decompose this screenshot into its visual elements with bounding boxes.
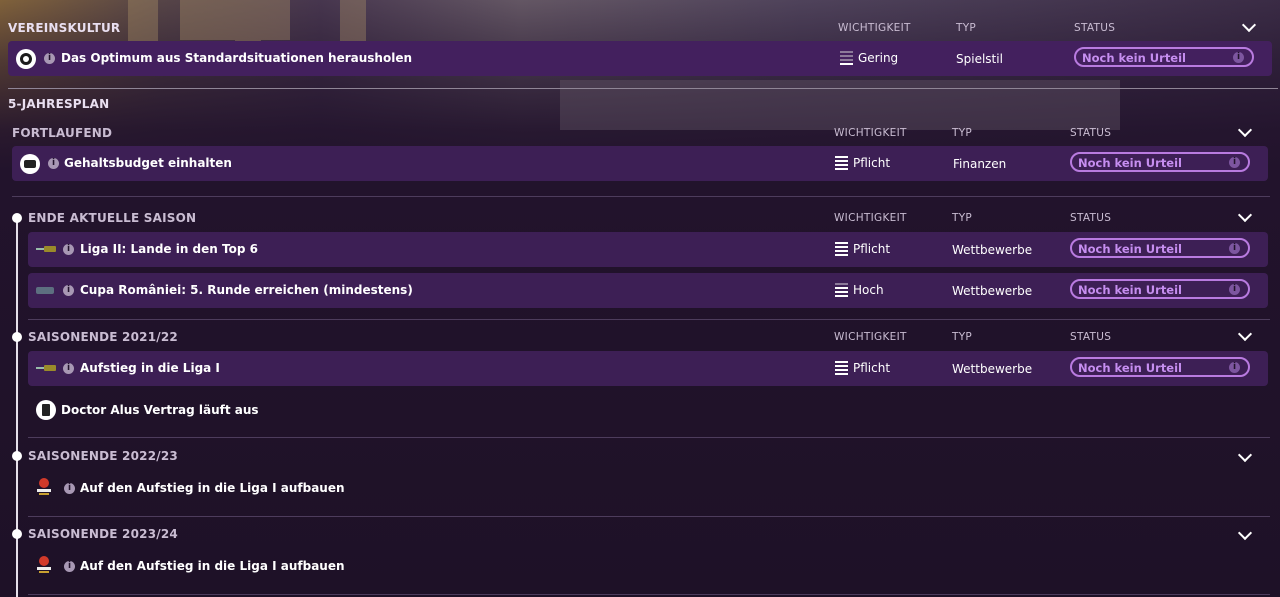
divider (28, 594, 1270, 595)
divider (28, 516, 1270, 517)
column-header-importance: WICHTIGKEIT (834, 212, 907, 224)
group-title-season-2122: SAISONENDE 2021/22 (28, 330, 178, 344)
timeline-line (16, 217, 18, 597)
football-icon (16, 49, 36, 69)
objective-row[interactable]: i Liga II: Lande in den Top 6 Pflicht We… (28, 232, 1268, 267)
type-value: Wettbewerbe (952, 284, 1033, 298)
type-value: Wettbewerbe (952, 362, 1033, 376)
chevron-down-icon[interactable] (1241, 17, 1257, 33)
status-text: Noch kein Urteil (1078, 283, 1182, 297)
status-pill[interactable]: Noch kein Urteil i (1070, 357, 1250, 377)
objective-label: Das Optimum aus Standardsituationen hera… (61, 51, 413, 65)
objective-label: Auf den Aufstieg in die Liga I aufbauen (80, 559, 345, 573)
status-info-icon[interactable]: i (1229, 157, 1240, 168)
chevron-down-icon[interactable] (1237, 326, 1253, 342)
info-icon[interactable]: i (48, 158, 59, 169)
importance-value: Pflicht (853, 242, 891, 256)
club-badge-icon (36, 556, 52, 576)
importance-medium-icon (835, 283, 848, 297)
type-value: Wettbewerbe (952, 243, 1033, 257)
column-header-type: TYP (952, 212, 973, 224)
chevron-down-icon[interactable] (1237, 525, 1253, 541)
status-text: Noch kein Urteil (1082, 51, 1186, 65)
column-header-status: STATUS (1070, 331, 1112, 343)
status-text: Noch kein Urteil (1078, 156, 1182, 170)
chevron-down-icon[interactable] (1237, 447, 1253, 463)
column-header-type: TYP (952, 331, 973, 343)
status-text: Noch kein Urteil (1078, 361, 1182, 375)
info-icon[interactable]: i (44, 53, 55, 64)
chevron-down-icon[interactable] (1237, 207, 1253, 223)
status-info-icon[interactable]: i (1229, 362, 1240, 373)
trophy-icon (36, 246, 56, 252)
status-pill[interactable]: Noch kein Urteil i (1070, 279, 1250, 299)
objective-row[interactable]: i Gehaltsbudget einhalten Pflicht Finanz… (12, 146, 1268, 181)
trophy-icon (36, 287, 54, 294)
importance-value: Hoch (853, 283, 884, 297)
timeline-dot (12, 213, 22, 223)
objective-label: Auf den Aufstieg in die Liga I aufbauen (80, 481, 345, 495)
status-text: Noch kein Urteil (1078, 242, 1182, 256)
status-pill[interactable]: Noch kein Urteil i (1074, 47, 1254, 67)
importance-value: Pflicht (853, 156, 891, 170)
club-badge-icon (36, 478, 52, 498)
column-header-importance: WICHTIGKEIT (834, 331, 907, 343)
group-title-season-2223: SAISONENDE 2022/23 (28, 449, 178, 463)
objective-label: Liga II: Lande in den Top 6 (80, 242, 258, 256)
section-title-plan: 5-JAHRESPLAN (8, 97, 110, 111)
group-title-current-season: ENDE AKTUELLE SAISON (28, 211, 197, 225)
timeline-dot (12, 332, 22, 342)
column-header-importance: WICHTIGKEIT (834, 127, 907, 139)
column-header-status: STATUS (1070, 127, 1112, 139)
status-pill[interactable]: Noch kein Urteil i (1070, 238, 1250, 258)
type-value: Spielstil (956, 52, 1003, 66)
status-info-icon[interactable]: i (1229, 243, 1240, 254)
info-icon[interactable]: i (64, 483, 75, 494)
divider (12, 196, 1270, 197)
divider (8, 88, 1278, 89)
chevron-down-icon[interactable] (1237, 122, 1253, 138)
timeline-dot (12, 529, 22, 539)
status-pill[interactable]: Noch kein Urteil i (1070, 152, 1250, 172)
trophy-icon (36, 365, 56, 371)
contract-note[interactable]: Doctor Alus Vertrag läuft aus (61, 403, 259, 417)
importance-high-icon (835, 242, 848, 256)
timeline-dot (12, 451, 22, 461)
status-info-icon[interactable]: i (1229, 284, 1240, 295)
objective-row[interactable]: i Das Optimum aus Standardsituationen he… (8, 41, 1272, 76)
status-info-icon[interactable]: i (1233, 52, 1244, 63)
divider (28, 437, 1270, 438)
objective-label: Cupa României: 5. Runde erreichen (minde… (80, 283, 413, 297)
group-title-ongoing: FORTLAUFEND (12, 126, 113, 140)
info-icon[interactable]: i (64, 561, 75, 572)
info-icon[interactable]: i (63, 363, 74, 374)
importance-high-icon (835, 156, 848, 170)
section-title-vereinskultur: VEREINSKULTUR (8, 21, 121, 35)
type-value: Finanzen (953, 157, 1007, 171)
group-title-season-2324: SAISONENDE 2023/24 (28, 527, 178, 541)
contract-icon (36, 400, 56, 420)
column-header-status: STATUS (1070, 212, 1112, 224)
column-header-status: STATUS (1074, 22, 1116, 34)
column-header-type: TYP (952, 127, 973, 139)
objective-row[interactable]: i Cupa României: 5. Runde erreichen (min… (28, 273, 1268, 308)
objective-label: Aufstieg in die Liga I (80, 361, 220, 375)
importance-value: Gering (858, 51, 899, 65)
column-header-importance: WICHTIGKEIT (838, 22, 911, 34)
importance-high-icon (835, 361, 848, 375)
objective-label: Gehaltsbudget einhalten (64, 156, 232, 170)
column-header-type: TYP (956, 22, 977, 34)
info-icon[interactable]: i (63, 285, 74, 296)
divider (28, 319, 1270, 320)
importance-low-icon (840, 51, 853, 65)
money-icon (20, 154, 40, 174)
importance-value: Pflicht (853, 361, 891, 375)
objective-row[interactable]: i Aufstieg in die Liga I Pflicht Wettbew… (28, 351, 1268, 386)
info-icon[interactable]: i (63, 244, 74, 255)
